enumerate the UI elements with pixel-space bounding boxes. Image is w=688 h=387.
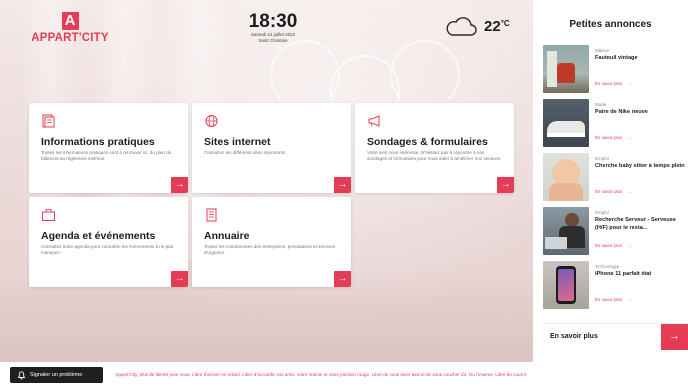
classified-title: Fauteuil vintage: [595, 55, 638, 61]
arrow-right-icon: →: [627, 243, 632, 248]
classified-title: Recherche Serveur - Serveuse (H/F) pour …: [595, 217, 676, 231]
classified-item[interactable]: Emploi Recherche Serveur - Serveuse (H/F…: [543, 207, 688, 256]
see-more-arrow-button[interactable]: →: [661, 324, 688, 350]
card-description: Consultez notre agenda pour connaître le…: [41, 244, 174, 255]
arrow-right-icon: →: [627, 135, 632, 140]
globe-icon: [205, 115, 218, 127]
card-title: Informations pratiques: [41, 136, 155, 148]
armchair-photo: [543, 45, 589, 93]
card-title: Annuaire: [204, 230, 250, 242]
more-label: En savoir plus: [595, 189, 622, 194]
card-sites-internet[interactable]: Sites internet Consultez les différents …: [192, 103, 351, 193]
news-ticker: Appart'City, plus de liberté pour vous. …: [115, 372, 527, 377]
saint-of-day: Saint Christine: [258, 38, 288, 43]
classified-category: Maison: [595, 48, 610, 53]
card-arrow-button[interactable]: →: [497, 177, 514, 193]
card-agenda-evenements[interactable]: Agenda et événements Consultez notre age…: [29, 197, 188, 287]
address-book-icon: [206, 208, 217, 222]
baby-photo: [543, 153, 589, 201]
classified-category: Emploi: [595, 156, 609, 161]
classified-item[interactable]: Maison Fauteuil vintage En savoir plus →: [543, 45, 688, 94]
bell-icon: [17, 371, 26, 380]
person-laptop-photo: [543, 207, 589, 255]
card-title: Agenda et événements: [41, 230, 156, 242]
classified-title: Paire de Nike neuve: [595, 109, 648, 115]
arrow-right-icon: →: [627, 297, 632, 302]
megaphone-icon: [368, 115, 380, 127]
card-arrow-button[interactable]: →: [171, 177, 188, 193]
classified-more-link[interactable]: En savoir plus →: [595, 297, 631, 302]
classified-category: Technologie: [595, 264, 620, 269]
more-label: En savoir plus: [595, 135, 622, 140]
clock-widget: 18:30 Samedi 21 juillet 2022 Saint Chris…: [228, 12, 318, 44]
classified-more-link[interactable]: En savoir plus →: [595, 81, 631, 86]
card-arrow-button[interactable]: →: [171, 271, 188, 287]
phone-photo: [543, 261, 589, 309]
card-annuaire[interactable]: Annuaire Toutes les coordonnées des entr…: [192, 197, 351, 287]
temperature: 22°C: [484, 18, 510, 35]
card-informations-pratiques[interactable]: Informations pratiques Toutes les inform…: [29, 103, 188, 193]
arrow-right-icon: →: [627, 189, 632, 194]
weather-widget: 22°C: [444, 15, 519, 41]
clock-time: 18:30: [248, 11, 298, 32]
see-more-label: En savoir plus: [550, 333, 598, 340]
card-description: Votre avis nous intéresse. N'hésitez pas…: [367, 150, 502, 161]
classified-item[interactable]: Technologie iPhone 11 parfait état En sa…: [543, 261, 688, 310]
classified-more-link[interactable]: En savoir plus →: [595, 243, 631, 248]
brand-name: APPART'CITY: [31, 32, 109, 44]
cloud-icon: [446, 17, 477, 36]
classified-item[interactable]: Emploi Cherche baby sitter à temps plein…: [543, 153, 688, 202]
classifieds-title: Petites annonces: [569, 19, 652, 30]
appartcity-logo: A APPART'CITY: [27, 12, 113, 48]
classified-category: Emploi: [595, 210, 609, 215]
more-label: En savoir plus: [595, 297, 622, 302]
card-description: Toutes les informations pratiques sont à…: [41, 150, 172, 161]
card-title: Sondages & formulaires: [367, 136, 488, 148]
classified-more-link[interactable]: En savoir plus →: [595, 189, 631, 194]
more-label: En savoir plus: [595, 81, 622, 86]
sneakers-photo: [543, 99, 589, 147]
classifieds-see-more[interactable]: En savoir plus →: [543, 323, 688, 350]
logo-mark: A: [61, 12, 79, 30]
report-problem-label: Signaler un problème: [30, 372, 83, 378]
card-arrow-button[interactable]: →: [334, 271, 351, 287]
temperature-value: 22: [484, 18, 501, 35]
card-arrow-button[interactable]: →: [334, 177, 351, 193]
classifieds-panel: Petites annonces Maison Fauteuil vintage…: [533, 0, 688, 362]
classified-category: Mode: [595, 102, 607, 107]
classified-item[interactable]: Mode Paire de Nike neuve En savoir plus →: [543, 99, 688, 148]
more-label: En savoir plus: [595, 243, 622, 248]
classified-more-link[interactable]: En savoir plus →: [595, 135, 631, 140]
classified-title: iPhone 11 parfait état: [595, 271, 652, 277]
card-sondages-formulaires[interactable]: Sondages & formulaires Votre avis nous i…: [355, 103, 514, 193]
arrow-right-icon: →: [627, 81, 632, 86]
report-problem-button[interactable]: Signaler un problème: [10, 367, 103, 383]
card-description: Toutes les coordonnées des entreprises, …: [204, 244, 335, 255]
footer-bar: Signaler un problème Appart'City, plus d…: [0, 362, 688, 387]
classified-title: Cherche baby sitter à temps plein: [595, 163, 685, 169]
briefcase-icon: [42, 209, 55, 221]
temperature-unit: °C: [500, 19, 510, 28]
card-title: Sites internet: [204, 136, 271, 148]
document-icon: [42, 114, 55, 128]
card-description: Consultez les différents sites important…: [204, 150, 287, 155]
